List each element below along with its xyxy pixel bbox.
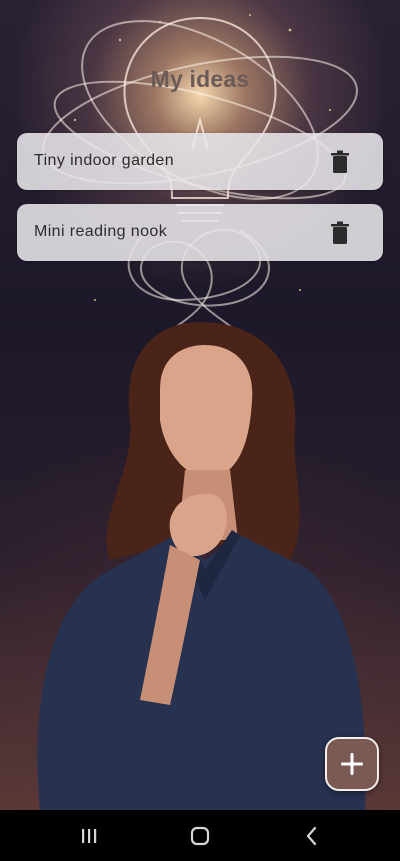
page-title: My ideas — [150, 66, 250, 92]
back-icon — [306, 826, 317, 846]
delete-button[interactable] — [329, 221, 351, 245]
idea-card[interactable]: Mini reading nook — [17, 204, 383, 261]
idea-label: Mini reading nook — [34, 223, 168, 240]
plus-icon — [341, 753, 363, 775]
app-screen: My ideas Tiny indoor garden Mini reading… — [0, 0, 400, 861]
thinking-woman-illustration — [37, 14, 366, 810]
home-button[interactable] — [187, 823, 213, 849]
background-illustration — [0, 0, 400, 810]
add-idea-button[interactable] — [325, 737, 379, 791]
idea-label: Tiny indoor garden — [34, 152, 175, 169]
recents-icon — [82, 829, 97, 843]
recents-button[interactable] — [76, 823, 102, 849]
idea-card[interactable]: Tiny indoor garden — [17, 133, 383, 190]
trash-icon — [331, 150, 349, 173]
home-icon — [190, 826, 210, 846]
back-button[interactable] — [299, 823, 325, 849]
trash-icon — [331, 221, 349, 244]
delete-button[interactable] — [329, 150, 351, 174]
system-navigation-bar — [0, 810, 400, 861]
